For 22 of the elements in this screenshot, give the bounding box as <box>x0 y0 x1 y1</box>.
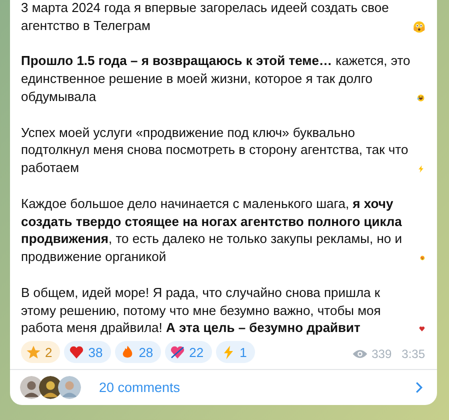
heart-icon <box>69 344 84 360</box>
view-count: 339 <box>372 347 392 362</box>
message-text: Успех моей услуги «продвижение под ключ» буквально подтолкнул меня снова посмотреть в сторону агентства, так что работаем <box>21 124 410 177</box>
avatar <box>58 376 81 400</box>
reaction-button[interactable]: 28 <box>114 341 162 364</box>
star-icon <box>26 344 41 360</box>
message-text: В общем, идей море! Я рада, что случайно снова пришла к этому решению, потому что мне безумно важно, чтобы моя работа меня драйвила! А эта цель – безумно драйвит <box>21 284 382 338</box>
comments-link[interactable]: 20 comments <box>10 369 437 406</box>
avatar <box>20 376 43 400</box>
avatar <box>39 376 62 400</box>
reaction-button[interactable]: 38 <box>64 341 111 364</box>
message-text: Прошло 1.5 года – я возвращаюсь к этой теме… кажется, это единственное решение в моей жизни, которое я так долго обдумывала <box>21 52 412 106</box>
message-time: 3:35 <box>402 347 425 362</box>
chevron-right-icon <box>415 381 423 394</box>
message-text: 3 марта 2024 года я впервые загорелась идеей создать свое агентство в Телеграм <box>21 0 390 35</box>
reaction-button[interactable]: 22 <box>165 341 212 364</box>
message-text: Каждое большое дело начинается с маленького шага, я хочу создать твердо стоящее на ногах агентство полного цикла продвижения, то есть далеко не только закупы рекламы, но и продвижение органикой <box>21 194 403 266</box>
heart-arrow-icon <box>170 344 186 360</box>
reaction-button[interactable]: 1 <box>216 341 255 364</box>
shocked-face-icon <box>412 18 425 35</box>
eye-icon <box>352 349 368 360</box>
reaction-button[interactable]: 2 <box>21 341 60 364</box>
